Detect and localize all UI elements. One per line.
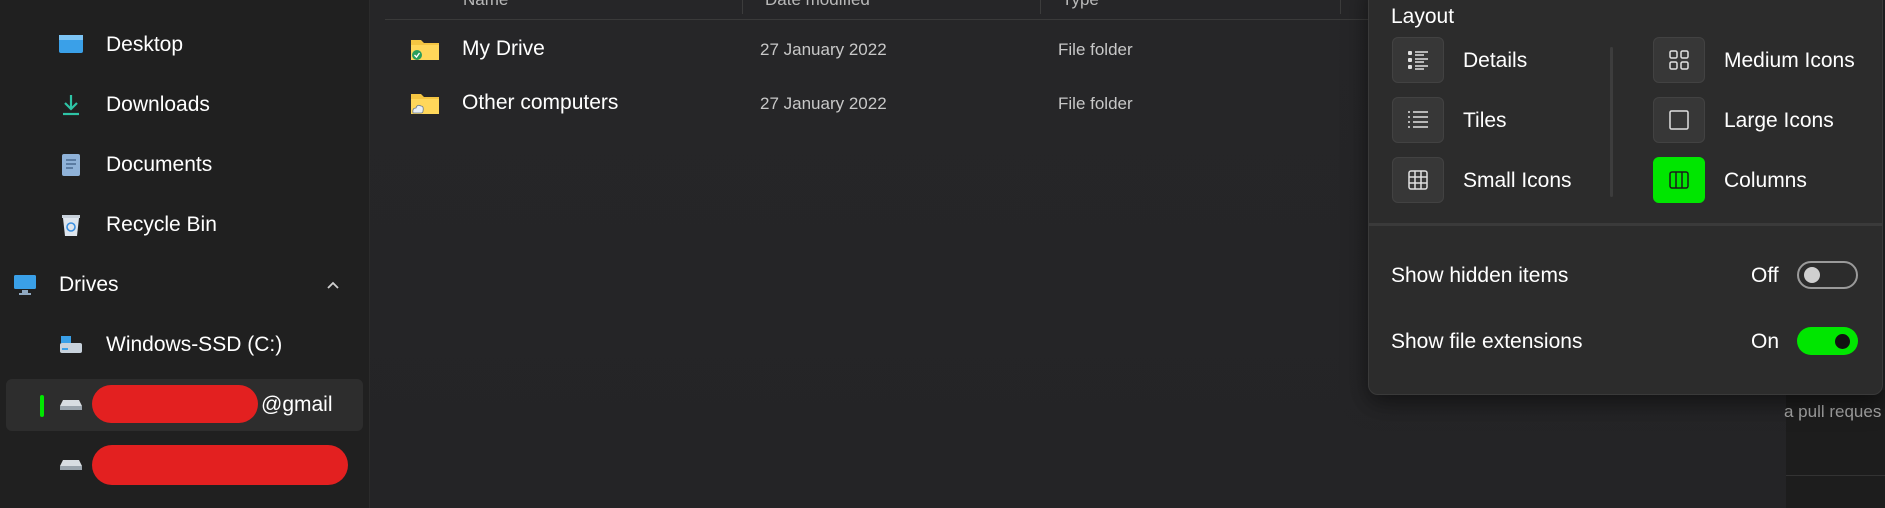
network-drive-icon (58, 452, 84, 478)
table-row[interactable]: My Drive 27 January 2022 File folder (398, 24, 1398, 74)
column-header-date[interactable]: Date modified (765, 0, 870, 10)
sidebar-item-downloads[interactable]: Downloads (6, 79, 363, 131)
file-name: My Drive (462, 37, 545, 60)
flyout-vertical-divider (1610, 47, 1613, 197)
sidebar-item-documents[interactable]: Documents (6, 139, 363, 191)
desktop-icon (58, 32, 84, 58)
details-icon (1392, 37, 1444, 83)
chevron-up-icon[interactable] (320, 272, 346, 298)
show-file-extensions-state: On (1751, 330, 1780, 353)
sidebar-item-label: Documents (106, 153, 213, 176)
column-resize-handle[interactable] (1340, 0, 1341, 14)
folder-cloud-icon (410, 90, 440, 116)
show-file-extensions-toggle[interactable] (1797, 327, 1858, 355)
sidebar-item-gmail-drive[interactable]: @gmail (6, 379, 363, 431)
background-divider (1786, 475, 1885, 476)
small-icons-icon (1392, 157, 1444, 203)
toggle-knob (1804, 267, 1820, 283)
show-file-extensions-label: Show file extensions (1391, 330, 1583, 353)
file-type: File folder (1058, 94, 1133, 113)
network-drive-icon (58, 392, 84, 418)
medium-icons-icon (1653, 37, 1705, 83)
sidebar-section-label: Drives (59, 273, 119, 296)
column-resize-handle[interactable] (742, 0, 743, 14)
download-icon (58, 92, 84, 118)
recycle-bin-icon (58, 212, 84, 238)
redacted-text (92, 445, 348, 485)
columns-icon (1653, 157, 1705, 203)
layout-option-label: Tiles (1463, 109, 1507, 132)
sidebar-item-drive-redacted[interactable] (6, 439, 363, 491)
table-row[interactable]: Other computers 27 January 2022 File fol… (398, 78, 1398, 128)
layout-option-label: Medium Icons (1724, 49, 1855, 72)
show-hidden-items-state: Off (1751, 264, 1779, 287)
monitor-icon (12, 272, 38, 298)
column-header-name[interactable]: Name (463, 0, 508, 10)
file-date: 27 January 2022 (760, 40, 887, 59)
toggle-knob (1835, 334, 1850, 349)
flyout-title: Layout (1391, 5, 1455, 28)
sidebar-item-windows-ssd[interactable]: Windows-SSD (C:) (6, 319, 363, 371)
selection-indicator (40, 395, 44, 417)
flyout-horizontal-divider (1369, 223, 1882, 226)
tiles-icon (1392, 97, 1444, 143)
layout-option-label: Columns (1724, 169, 1807, 192)
column-resize-handle[interactable] (1040, 0, 1041, 14)
file-name: Other computers (462, 91, 619, 114)
layout-option-label: Details (1463, 49, 1528, 72)
ssd-drive-icon (58, 332, 84, 358)
large-icons-icon (1653, 97, 1705, 143)
layout-option-label: Small Icons (1463, 169, 1572, 192)
column-header-row: Name Date modified Type (385, 0, 1385, 20)
sort-chevron-icon[interactable] (703, 0, 719, 9)
sidebar-item-label: Windows-SSD (C:) (106, 333, 283, 356)
layout-flyout: Layout Details Tiles Small Icons Medium … (1368, 0, 1883, 395)
layout-option-label: Large Icons (1724, 109, 1834, 132)
sidebar-item-label: Recycle Bin (106, 213, 217, 236)
background-text: a pull reques (1784, 402, 1882, 421)
sidebar-item-recycle-bin[interactable]: Recycle Bin (6, 199, 363, 251)
sidebar: Desktop Downloads Documents Recycle Bin … (0, 0, 370, 508)
sidebar-section-drives[interactable]: Drives (6, 259, 363, 311)
redacted-text (92, 385, 258, 423)
column-header-type[interactable]: Type (1062, 0, 1099, 10)
sidebar-item-label: Downloads (106, 93, 210, 116)
file-type: File folder (1058, 40, 1133, 59)
file-date: 27 January 2022 (760, 94, 887, 113)
sidebar-item-label: Desktop (106, 33, 184, 56)
show-hidden-items-label: Show hidden items (1391, 264, 1569, 287)
sidebar-item-desktop[interactable]: Desktop (6, 19, 363, 71)
folder-sync-icon (410, 36, 440, 62)
document-icon (58, 152, 84, 178)
sidebar-item-label: @gmail (261, 393, 333, 416)
show-hidden-items-toggle[interactable] (1797, 261, 1858, 289)
